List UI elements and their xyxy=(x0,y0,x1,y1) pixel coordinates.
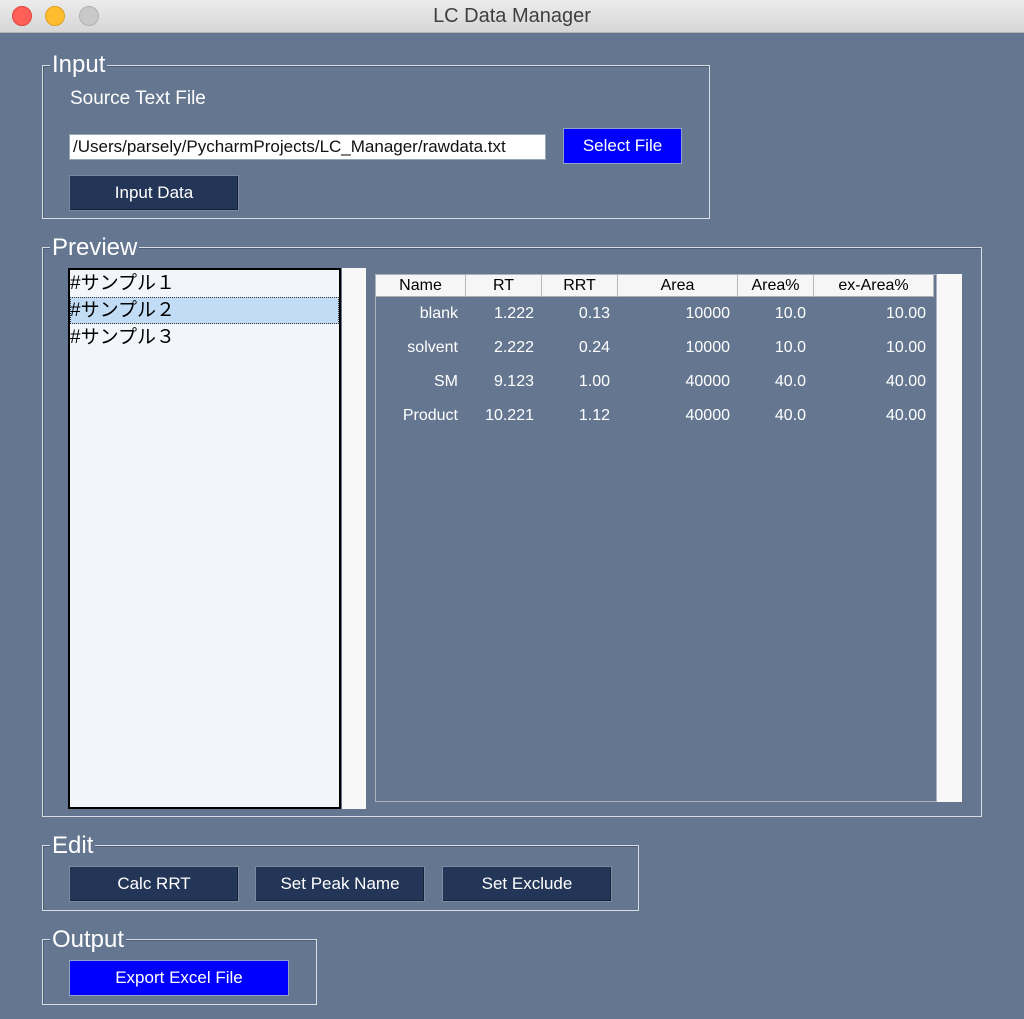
table-row[interactable]: SM 9.123 1.00 40000 40.0 40.00 xyxy=(376,365,934,399)
table-cell: 2.222 xyxy=(493,339,534,356)
output-group-label: Output xyxy=(50,926,127,954)
table-row[interactable]: solvent 2.222 0.24 10000 10.0 10.00 xyxy=(376,331,934,365)
table-cell: solvent xyxy=(407,339,458,356)
table-cell: 10000 xyxy=(685,305,731,322)
table-cell: 1.00 xyxy=(578,373,610,390)
table-cell: 9.123 xyxy=(493,373,534,390)
table-cell: 10.00 xyxy=(885,339,926,356)
table-cell: 40.0 xyxy=(774,407,806,424)
table-cell: 0.13 xyxy=(578,305,610,322)
column-header[interactable]: Name xyxy=(376,275,466,297)
calc-rrt-button[interactable]: Calc RRT xyxy=(69,866,239,902)
table-cell: 10.0 xyxy=(774,339,806,356)
sample-list-item[interactable]: #サンプル３ xyxy=(70,324,339,351)
column-header[interactable]: RRT xyxy=(542,275,618,297)
column-header[interactable]: ex-Area% xyxy=(814,275,934,297)
table-cell: 1.222 xyxy=(493,305,534,322)
select-file-button[interactable]: Select File xyxy=(563,128,682,164)
export-excel-button[interactable]: Export Excel File xyxy=(69,960,289,996)
table-cell: Product xyxy=(402,407,458,424)
table-cell: 1.12 xyxy=(578,407,610,424)
table-row[interactable]: Product 10.221 1.12 40000 40.0 40.00 xyxy=(376,399,934,433)
table-cell: 40000 xyxy=(685,373,731,390)
set-peak-name-button[interactable]: Set Peak Name xyxy=(255,866,425,902)
column-header[interactable]: Area% xyxy=(738,275,814,297)
table-cell: blank xyxy=(419,305,458,322)
title-bar: LC Data Manager xyxy=(0,0,1024,33)
table-cell: 40.00 xyxy=(885,373,926,390)
edit-group-label: Edit xyxy=(50,832,96,860)
column-header[interactable]: Area xyxy=(618,275,738,297)
table-cell: 10000 xyxy=(685,339,731,356)
table-cell: 10.0 xyxy=(774,305,806,322)
peak-table[interactable]: Name RT RRT Area Area% ex-Area% blank 1.222 0.1… xyxy=(375,274,937,802)
source-path-field[interactable]: /Users/parsely/PycharmProjects/LC_Manage… xyxy=(69,134,546,160)
peak-table-scrollbar[interactable] xyxy=(937,274,962,802)
table-row[interactable]: blank 1.222 0.13 10000 10.0 10.00 xyxy=(376,297,934,331)
source-file-label: Source Text File xyxy=(70,88,206,109)
window-title: LC Data Manager xyxy=(433,5,591,27)
table-cell: 40000 xyxy=(685,407,731,424)
set-exclude-button[interactable]: Set Exclude xyxy=(442,866,612,902)
sample-list-item[interactable]: #サンプル１ xyxy=(70,270,339,297)
table-cell: 40.00 xyxy=(885,407,926,424)
input-data-button[interactable]: Input Data xyxy=(69,175,239,211)
sample-list-item[interactable]: #サンプル２ xyxy=(70,297,339,324)
table-cell: 40.0 xyxy=(774,373,806,390)
sample-list-scrollbar[interactable] xyxy=(342,268,366,809)
table-cell: SM xyxy=(434,373,458,390)
column-header[interactable]: RT xyxy=(466,275,542,297)
app-window: LC Data Manager Input Source Text File /… xyxy=(0,0,1024,1019)
peak-table-header: Name RT RRT Area Area% ex-Area% xyxy=(376,275,934,297)
table-cell: 0.24 xyxy=(578,339,610,356)
table-cell: 10.221 xyxy=(485,407,534,424)
preview-group-label: Preview xyxy=(50,234,140,262)
table-cell: 10.00 xyxy=(885,305,926,322)
sample-listbox[interactable]: #サンプル１ #サンプル２ #サンプル３ xyxy=(68,268,341,809)
input-group-label: Input xyxy=(50,51,108,79)
